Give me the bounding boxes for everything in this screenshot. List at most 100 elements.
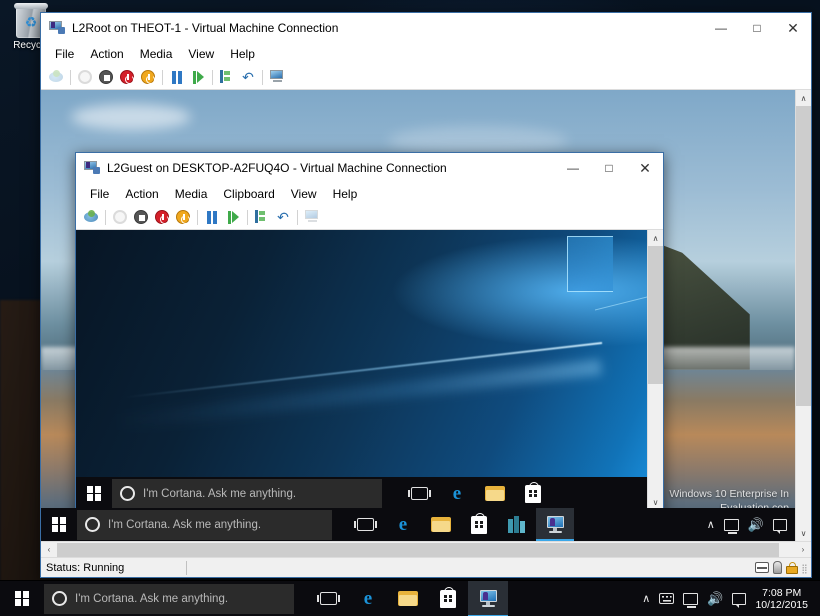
outer-guest-taskbar-task-view[interactable] [346,508,384,541]
inner-scroll-track[interactable] [648,246,663,494]
chevron-up-icon[interactable]: ∧ [707,518,715,531]
screen-icon[interactable] [755,562,769,573]
inner-menu-view[interactable]: View [283,185,325,203]
outer-toolbar[interactable]: ↶ [41,65,811,90]
host-taskbar-task-view[interactable] [308,581,348,616]
network-icon[interactable] [683,593,698,605]
outer-maximize-button[interactable]: □ [739,13,775,43]
outer-guest-search-box[interactable]: I'm Cortana. Ask me anything. [77,510,332,540]
inner-menu-file[interactable]: File [82,185,117,203]
volume-icon[interactable]: 🔊 [707,591,723,607]
inner-toolbar[interactable]: ↶ [76,205,663,230]
outer-guest-screen[interactable]: Windows 10 Enterprise In Evaluation cop … [41,90,795,541]
outer-shut-down-button[interactable] [117,67,137,87]
outer-vertical-scrollbar[interactable]: ∧ ∨ [795,90,811,541]
inner-scroll-thumb[interactable] [648,246,663,384]
inner-reset-button[interactable] [173,207,193,227]
lock-icon[interactable] [786,562,798,574]
inner-menu-help[interactable]: Help [325,185,366,203]
inner-guest-start-button[interactable] [76,477,112,510]
outer-guest-taskbar-store[interactable] [460,508,498,541]
network-icon[interactable] [724,519,739,531]
outer-guest-start-button[interactable] [41,508,77,541]
inner-revert-button[interactable]: ↶ [273,207,293,227]
inner-window-controls[interactable]: — □ ✕ [555,153,663,183]
inner-minimize-button[interactable]: — [555,153,591,183]
volume-icon[interactable]: 🔊 [748,517,764,533]
outer-scroll-thumb[interactable] [796,106,811,406]
inner-guest-taskbar[interactable]: I'm Cortana. Ask me anything. e [76,477,647,510]
host-taskbar-store[interactable] [428,581,468,616]
inner-guest-taskbar-file-explorer[interactable] [476,477,514,510]
inner-ctrl-alt-delete-button[interactable] [81,207,101,227]
outer-turn-off-button[interactable] [96,67,116,87]
outer-pause-button[interactable] [167,67,187,87]
inner-menu-media[interactable]: Media [167,185,216,203]
host-taskbar-file-explorer[interactable] [388,581,428,616]
outer-reset-button[interactable] [138,67,158,87]
outer-close-button[interactable]: ✕ [775,13,811,43]
outer-guest-taskbar[interactable]: I'm Cortana. Ask me anything. e ∧ 🔊 [41,508,795,541]
inner-menu-action[interactable]: Action [117,185,166,203]
inner-guest-taskbar-task-view[interactable] [400,477,438,510]
host-search-box[interactable]: I'm Cortana. Ask me anything. [44,584,294,614]
inner-guest-screen[interactable]: I'm Cortana. Ask me anything. e [76,230,647,510]
outer-guest-taskbar-file-explorer[interactable] [422,508,460,541]
host-start-button[interactable] [0,581,44,616]
outer-scroll-track[interactable] [796,106,811,525]
inner-window-titlebar[interactable]: L2Guest on DESKTOP-A2FUQ4O - Virtual Mac… [76,153,663,183]
keyboard-icon[interactable] [659,593,674,604]
host-taskbar[interactable]: I'm Cortana. Ask me anything. e ∧ 🔊 7:08… [0,580,820,616]
host-taskbar-edge[interactable]: e [348,581,388,616]
resize-grip[interactable] [802,564,807,574]
chevron-up-icon[interactable]: ∧ [642,592,650,605]
outer-enhanced-session-button[interactable] [267,67,287,87]
inner-guest-taskbar-apps[interactable]: e [400,476,552,511]
action-center-icon[interactable] [773,519,787,531]
inner-menubar[interactable]: File Action Media Clipboard View Help [76,183,663,205]
action-center-icon[interactable] [732,593,746,605]
inner-scroll-up-arrow[interactable]: ∧ [648,230,663,246]
host-clock[interactable]: 7:08 PM 10/12/2015 [755,587,812,611]
outer-hscroll-track[interactable] [57,543,795,557]
host-tray[interactable]: ∧ 🔊 7:08 PM 10/12/2015 [642,587,820,611]
outer-checkpoint-button[interactable] [217,67,237,87]
outer-guest-taskbar-hyper-v-manager[interactable] [498,508,536,541]
inner-resume-button[interactable] [223,207,243,227]
outer-menu-help[interactable]: Help [222,45,263,63]
key-icon[interactable] [773,561,782,574]
inner-turn-off-button[interactable] [131,207,151,227]
inner-guest-taskbar-store[interactable] [514,477,552,510]
outer-scroll-down-arrow[interactable]: ∨ [796,525,811,541]
outer-window-controls[interactable]: — □ ✕ [703,13,811,43]
outer-menu-media[interactable]: Media [132,45,181,63]
inner-shut-down-button[interactable] [152,207,172,227]
host-taskbar-vmconnect[interactable] [468,581,508,616]
outer-menu-action[interactable]: Action [82,45,131,63]
outer-horizontal-scrollbar[interactable]: ‹ › [41,541,811,557]
outer-minimize-button[interactable]: — [703,13,739,43]
outer-menubar[interactable]: File Action Media View Help [41,43,811,65]
outer-menu-file[interactable]: File [47,45,82,63]
inner-checkpoint-button[interactable] [252,207,272,227]
outer-guest-taskbar-edge[interactable]: e [384,508,422,541]
outer-revert-button[interactable]: ↶ [238,67,258,87]
outer-hscroll-thumb[interactable] [57,543,779,557]
inner-enhanced-session-button[interactable] [302,207,322,227]
outer-vm-connection-window[interactable]: L2Root on THEOT-1 - Virtual Machine Conn… [40,12,812,578]
inner-pause-button[interactable] [202,207,222,227]
outer-guest-taskbar-apps[interactable]: e [346,507,574,542]
host-taskbar-apps[interactable]: e [308,581,508,616]
inner-maximize-button[interactable]: □ [591,153,627,183]
inner-vertical-scrollbar[interactable]: ∧ ∨ [647,230,663,510]
inner-start-button[interactable] [110,207,130,227]
outer-window-titlebar[interactable]: L2Root on THEOT-1 - Virtual Machine Conn… [41,13,811,43]
inner-vm-connection-window[interactable]: L2Guest on DESKTOP-A2FUQ4O - Virtual Mac… [75,152,664,541]
inner-close-button[interactable]: ✕ [627,153,663,183]
inner-guest-taskbar-edge[interactable]: e [438,477,476,510]
inner-guest-search-box[interactable]: I'm Cortana. Ask me anything. [112,479,382,509]
outer-resume-button[interactable] [188,67,208,87]
outer-start-button[interactable] [75,67,95,87]
outer-guest-tray[interactable]: ∧ 🔊 [707,517,795,533]
outer-scroll-left-arrow[interactable]: ‹ [41,542,57,558]
